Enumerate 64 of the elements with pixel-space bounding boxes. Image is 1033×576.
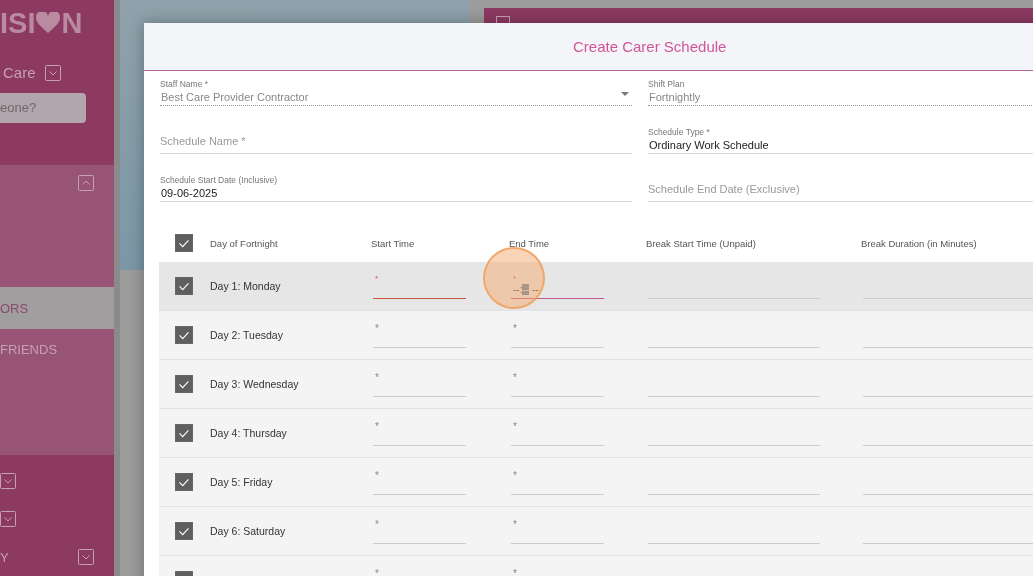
table-row[interactable]: Day 2: Tuesday * * (159, 311, 1033, 360)
checkbox[interactable] (175, 326, 193, 344)
time-field[interactable]: * (373, 518, 466, 544)
input-field[interactable]: Schedule End Date (Exclusive) (648, 172, 1033, 202)
time-field[interactable]: * (511, 567, 604, 576)
time-field[interactable]: * (373, 371, 466, 397)
input-field[interactable]: Schedule Name * (160, 124, 632, 154)
time-segment[interactable]: --: (513, 284, 523, 295)
caret-icon (621, 92, 629, 96)
dropdown-field[interactable]: Staff Name * Best Care Provider Contractor (160, 76, 632, 106)
chevron-down-icon[interactable] (44, 64, 61, 81)
checkbox[interactable] (175, 277, 193, 295)
logo-text: ISI (0, 6, 36, 40)
column-header: Day of Fortnight (210, 237, 278, 249)
checkbox[interactable] (175, 424, 193, 442)
time-field[interactable]: * (511, 469, 604, 495)
table-row[interactable]: Day 6: Saturday * * (159, 507, 1033, 556)
sidebar-item[interactable]: ORS (0, 287, 114, 329)
chevron-down-icon (0, 511, 16, 527)
time-field[interactable]: * (373, 322, 466, 348)
table-row[interactable]: * * (159, 556, 1033, 576)
sidebar-item[interactable]: FRIENDS (0, 329, 114, 455)
checkbox[interactable] (175, 473, 193, 491)
sidebar-section[interactable] (0, 165, 114, 287)
table-row[interactable]: Day 3: Wednesday * * (159, 360, 1033, 409)
time-field[interactable]: * (373, 420, 466, 446)
day-label: Day 2: Tuesday (210, 329, 283, 341)
day-label: Day 5: Friday (210, 476, 273, 488)
dialog-title: Create Carer Schedule (573, 38, 727, 55)
column-header: Start Time (371, 237, 415, 249)
time-field[interactable]: * (373, 273, 466, 299)
column-header: Break Duration (in Minutes) (861, 237, 977, 249)
chevron-down-icon (78, 549, 94, 565)
time-field[interactable]: * (511, 322, 604, 348)
day-label: Day 6: Saturday (210, 525, 286, 537)
time-field[interactable]: * (511, 420, 604, 446)
time-field[interactable]: * --:-- -- (511, 273, 604, 299)
input-field[interactable]: Schedule Type * Ordinary Work Schedule (648, 124, 1033, 154)
chevron-down-icon (0, 473, 16, 489)
heart-icon (36, 12, 61, 35)
day-label: Day 1: Monday (210, 280, 281, 292)
sidebar-section[interactable]: Y (0, 538, 114, 576)
checkbox[interactable] (175, 234, 193, 252)
table-row[interactable]: Day 5: Friday * * (159, 458, 1033, 507)
column-header: Break Start Time (Unpaid) (646, 237, 756, 249)
time-field[interactable]: * (511, 371, 604, 397)
checkbox[interactable] (175, 375, 193, 393)
input-field[interactable]: Shift Plan Fortnightly (648, 76, 1033, 106)
time-field[interactable]: * (373, 567, 466, 576)
column-header: End Time (509, 237, 550, 249)
input-field[interactable]: Schedule Start Date (Inclusive) 09-06-2025 (160, 172, 632, 202)
chevron-up-icon (78, 175, 94, 191)
day-label: Day 4: Thursday (210, 427, 287, 439)
search-field[interactable]: eone? (0, 93, 86, 123)
table-row[interactable]: Day 4: Thursday * * (159, 409, 1033, 458)
checkbox[interactable] (175, 522, 193, 540)
logo-text: N (61, 6, 83, 40)
time-segment[interactable]: -- (522, 284, 530, 295)
time-field[interactable]: * (511, 518, 604, 544)
organisation-name: Care (3, 64, 36, 82)
time-segment[interactable]: -- (529, 284, 539, 295)
time-field[interactable]: * (373, 469, 466, 495)
table-row[interactable]: Day 1: Monday * * --:-- -- (159, 262, 1033, 311)
day-label: Day 3: Wednesday (210, 378, 299, 390)
